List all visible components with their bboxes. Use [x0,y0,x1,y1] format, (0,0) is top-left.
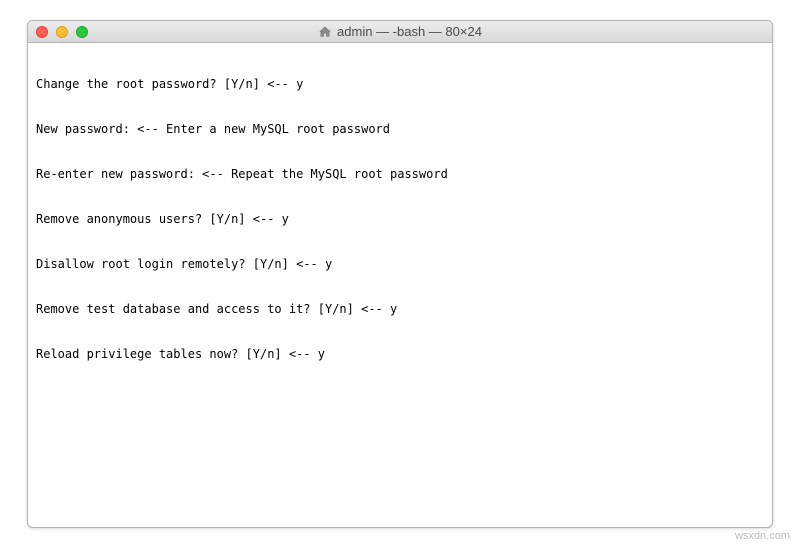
close-button[interactable] [36,26,48,38]
titlebar[interactable]: admin — -bash — 80×24 [28,21,772,43]
terminal-line: Reload privilege tables now? [Y/n] <-- y [36,347,764,362]
terminal-window: admin — -bash — 80×24 Change the root pa… [27,20,773,528]
terminal-line: New password: <-- Enter a new MySQL root… [36,122,764,137]
terminal-line: Disallow root login remotely? [Y/n] <-- … [36,257,764,272]
watermark: wsxdn.com [735,530,790,542]
terminal-line: Change the root password? [Y/n] <-- y [36,77,764,92]
terminal-line: Remove anonymous users? [Y/n] <-- y [36,212,764,227]
traffic-lights [36,26,88,38]
home-icon [318,25,332,39]
maximize-button[interactable] [76,26,88,38]
terminal-body[interactable]: Change the root password? [Y/n] <-- y Ne… [28,43,772,527]
window-title: admin — -bash — 80×24 [337,24,482,39]
terminal-line: Remove test database and access to it? [… [36,302,764,317]
window-title-wrap: admin — -bash — 80×24 [28,24,772,39]
terminal-line: Re-enter new password: <-- Repeat the My… [36,167,764,182]
minimize-button[interactable] [56,26,68,38]
